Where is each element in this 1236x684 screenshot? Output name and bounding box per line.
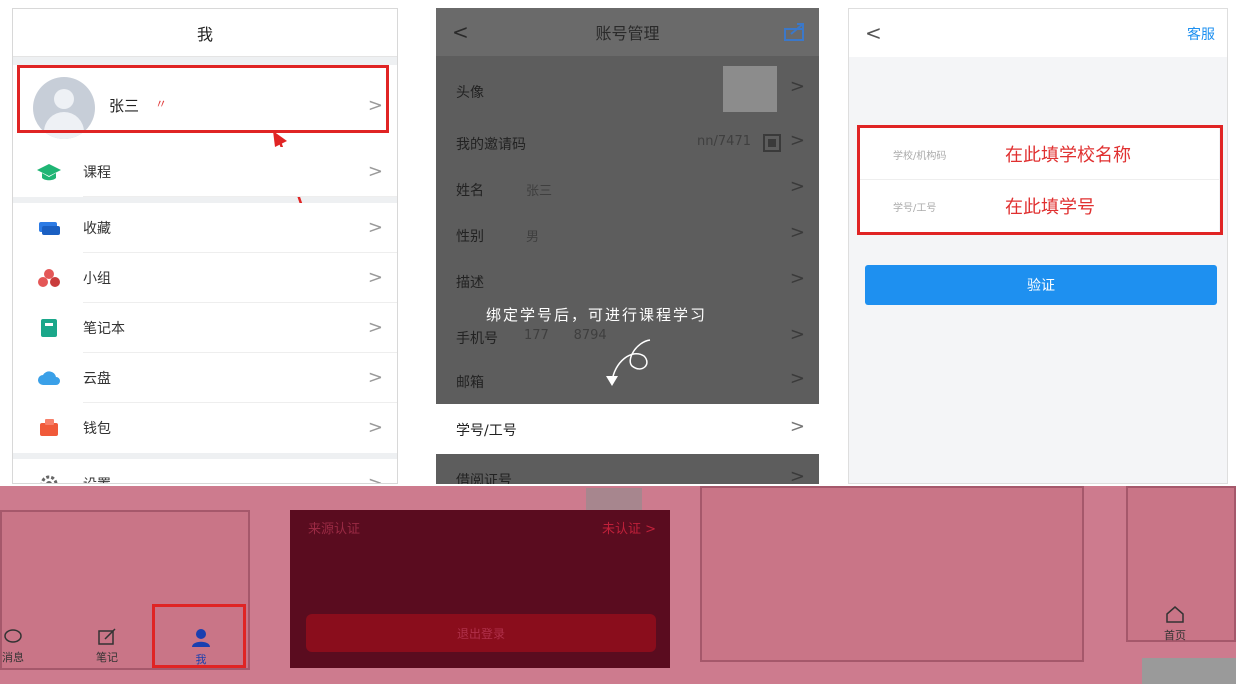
row-value: 张三 [526, 184, 553, 199]
menu-item-favorites[interactable]: 收藏 > [13, 203, 397, 253]
row-gender[interactable]: 性别 男 > [436, 212, 819, 258]
row-label: 我的邀请码 [456, 137, 526, 153]
account-screen: < 账号管理 头像 > 我的邀请码 nn/7471 > 姓名 张三 > 性别 男… [436, 8, 819, 484]
menu-item-label: 课程 [83, 165, 111, 181]
menu-group-main: 课程 > [13, 147, 397, 197]
row-invite-code[interactable]: 我的邀请码 nn/7471 > [436, 120, 819, 166]
row-description[interactable]: 描述 > [436, 258, 819, 304]
handwritten-annotation: 绑定学号后，可进行课程学习 [486, 306, 708, 324]
chevron-right-icon: > [367, 161, 383, 182]
graduation-cap-icon [37, 164, 61, 181]
tab-label: 首页 [1164, 629, 1186, 642]
tab-messages[interactable]: 消息 [0, 628, 26, 665]
glitch-block [586, 488, 642, 510]
menu-item-label: 小组 [83, 271, 111, 287]
verify-lower-panel [700, 486, 1084, 662]
row-label: 性别 [456, 229, 484, 245]
chevron-right-icon: > [789, 222, 805, 243]
gear-icon [40, 475, 58, 483]
tab-home[interactable]: 首页 [1160, 604, 1190, 643]
row-avatar[interactable]: 头像 > [436, 62, 819, 118]
row-student-id[interactable]: 学号/工号 > [436, 404, 819, 454]
row-label: 手机号 [456, 331, 498, 347]
menu-item-wallet[interactable]: 钱包 > [13, 403, 397, 453]
notebook-icon [41, 319, 57, 337]
chevron-right-icon: > [789, 268, 805, 289]
menu-item-course[interactable]: 课程 > [13, 147, 397, 197]
logout-button[interactable]: 退出登录 [306, 614, 656, 652]
source-auth-status[interactable]: 未认证 > [602, 518, 656, 537]
tab-notes[interactable]: 笔记 [92, 628, 122, 665]
chevron-right-icon: > [789, 130, 805, 151]
row-value: 男 [526, 230, 540, 245]
chat-bubble-icon [4, 629, 22, 643]
bookmark-stack-icon [39, 222, 60, 235]
highlight-box-form [857, 125, 1223, 235]
edit-note-icon [98, 628, 116, 645]
me-screen: 我 张三 〃 > 课程 > 收藏 > 小组 > 笔记本 > 云盘 > 钱包 > … [12, 8, 398, 484]
chevron-right-icon: > [367, 317, 383, 338]
row-label: 借阅证号 [456, 473, 512, 484]
row-value: 177 8794 [524, 328, 607, 343]
menu-item-label: 笔记本 [83, 321, 125, 337]
chevron-right-icon: > [367, 217, 383, 238]
menu-item-cloud[interactable]: 云盘 > [13, 353, 397, 403]
page-title: 我 [196, 24, 213, 44]
tab-label: 笔记 [96, 651, 118, 664]
row-library-card[interactable]: 借阅证号 > [436, 456, 819, 484]
account-lower-panel: 来源认证 未认证 > 退出登录 [290, 510, 670, 668]
qr-code-icon[interactable] [763, 134, 781, 152]
back-button[interactable]: < [452, 20, 469, 44]
row-label: 描述 [456, 275, 484, 291]
chevron-right-icon: > [789, 416, 805, 437]
cloud-icon [38, 371, 60, 385]
menu-item-label: 设置 [83, 474, 111, 483]
menu-group-tools: 收藏 > 小组 > 笔记本 > 云盘 > 钱包 > [13, 203, 397, 453]
annotation-curl-arrow-icon [606, 339, 651, 386]
row-label: 头像 [456, 85, 484, 101]
group-icon [38, 269, 60, 287]
chevron-right-icon: > [367, 473, 383, 484]
row-label: 姓名 [456, 183, 484, 199]
back-button[interactable]: < [865, 21, 882, 45]
menu-item-settings[interactable]: 设置 > [13, 459, 397, 484]
source-auth-label: 来源认证 [308, 522, 361, 537]
chevron-right-icon: > [789, 76, 805, 97]
chevron-right-icon: > [789, 466, 805, 484]
row-label: 邮箱 [456, 375, 484, 391]
me-nav-bar: 我 [13, 9, 397, 57]
row-label: 学号/工号 [456, 423, 517, 439]
tab-label: 消息 [2, 651, 24, 664]
menu-item-label: 云盘 [83, 371, 111, 387]
menu-item-label: 钱包 [83, 421, 111, 437]
verify-button[interactable]: 验证 [865, 265, 1217, 305]
page-title: 账号管理 [595, 24, 660, 43]
highlight-box-tab-me [152, 604, 246, 668]
chevron-right-icon: > [367, 417, 383, 438]
menu-item-label: 收藏 [83, 221, 111, 237]
menu-item-notebook[interactable]: 笔记本 > [13, 303, 397, 353]
menu-group-settings: 设置 > [13, 459, 397, 484]
wallet-icon [40, 419, 58, 436]
home-icon [1166, 606, 1184, 623]
row-name[interactable]: 姓名 张三 > [436, 166, 819, 212]
chevron-right-icon: > [789, 176, 805, 197]
verify-nav-bar: < 客服 [849, 9, 1227, 57]
chevron-right-icon: > [367, 367, 383, 388]
menu-item-group[interactable]: 小组 > [13, 253, 397, 303]
customer-service-link[interactable]: 客服 [1187, 24, 1215, 44]
avatar-thumbnail [723, 66, 777, 112]
chevron-right-icon: > [367, 267, 383, 288]
chevron-right-icon: > [789, 324, 805, 345]
highlight-box-profile [17, 65, 389, 133]
share-icon[interactable] [783, 22, 807, 42]
row-value: nn/7471 [697, 134, 751, 149]
account-nav-bar: < 账号管理 [436, 8, 819, 56]
corner-gray-block [1142, 658, 1236, 684]
verify-screen: < 客服 学校/机构码 在此填学校名称 学号/工号 在此填学号 验证 [848, 8, 1228, 484]
chevron-right-icon: > [789, 368, 805, 389]
